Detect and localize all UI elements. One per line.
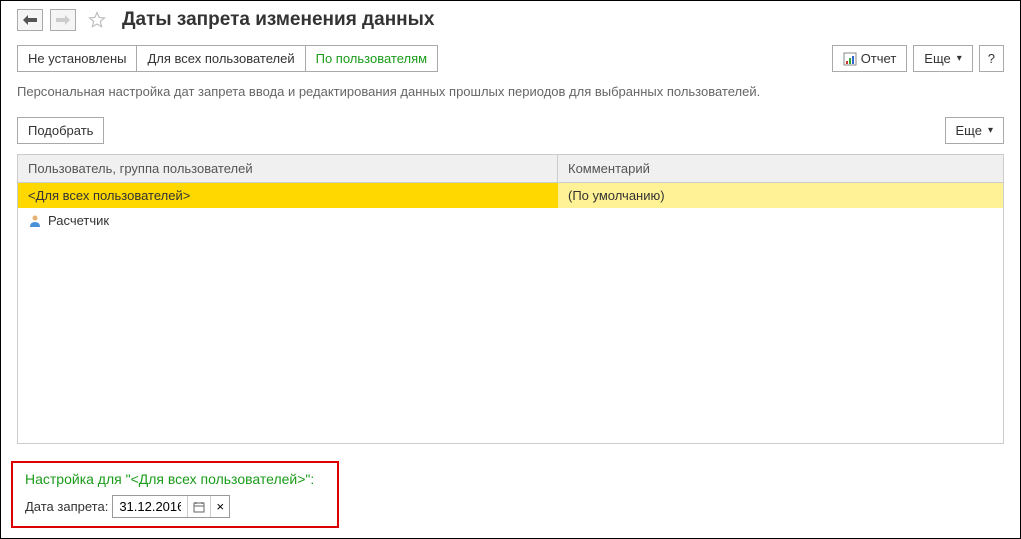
column-comment[interactable]: Комментарий (558, 155, 1003, 182)
calendar-button[interactable] (187, 496, 210, 517)
table-row[interactable]: <Для всех пользователей> (По умолчанию) (18, 183, 1003, 208)
table-row[interactable]: Расчетчик (18, 208, 1003, 233)
chevron-down-icon: ▾ (988, 125, 993, 136)
column-user[interactable]: Пользователь, группа пользователей (18, 155, 558, 182)
tab-by-users[interactable]: По пользователям (305, 45, 438, 72)
tab-all-users[interactable]: Для всех пользователей (136, 45, 305, 72)
report-icon (843, 52, 857, 66)
favorite-star-icon[interactable] (88, 11, 106, 29)
settings-title: Настройка для "<Для всех пользователей>"… (25, 471, 325, 487)
cell-comment: (По умолчанию) (558, 183, 1003, 208)
calendar-icon (193, 501, 205, 513)
chevron-down-icon: ▾ (957, 53, 962, 64)
tab-not-set[interactable]: Не установлены (17, 45, 137, 72)
date-label: Дата запрета: (25, 499, 108, 514)
settings-panel: Настройка для "<Для всех пользователей>"… (11, 461, 339, 528)
description-text: Персональная настройка дат запрета ввода… (1, 78, 1020, 111)
cell-user: <Для всех пользователей> (18, 183, 558, 208)
cell-comment (558, 208, 1003, 233)
more-button-2[interactable]: Еще ▾ (945, 117, 1004, 144)
report-button[interactable]: Отчет (832, 45, 908, 72)
help-button[interactable]: ? (979, 45, 1004, 72)
more-button[interactable]: Еще ▾ (913, 45, 972, 72)
cell-user: Расчетчик (18, 208, 558, 233)
page-title: Даты запрета изменения данных (122, 9, 434, 31)
forward-button[interactable] (50, 9, 76, 31)
select-button[interactable]: Подобрать (17, 117, 104, 144)
clear-date-button[interactable]: × (210, 496, 229, 517)
users-table: Пользователь, группа пользователей Комме… (17, 154, 1004, 444)
back-button[interactable] (17, 9, 43, 31)
user-icon (28, 214, 42, 228)
date-input[interactable] (113, 496, 187, 517)
